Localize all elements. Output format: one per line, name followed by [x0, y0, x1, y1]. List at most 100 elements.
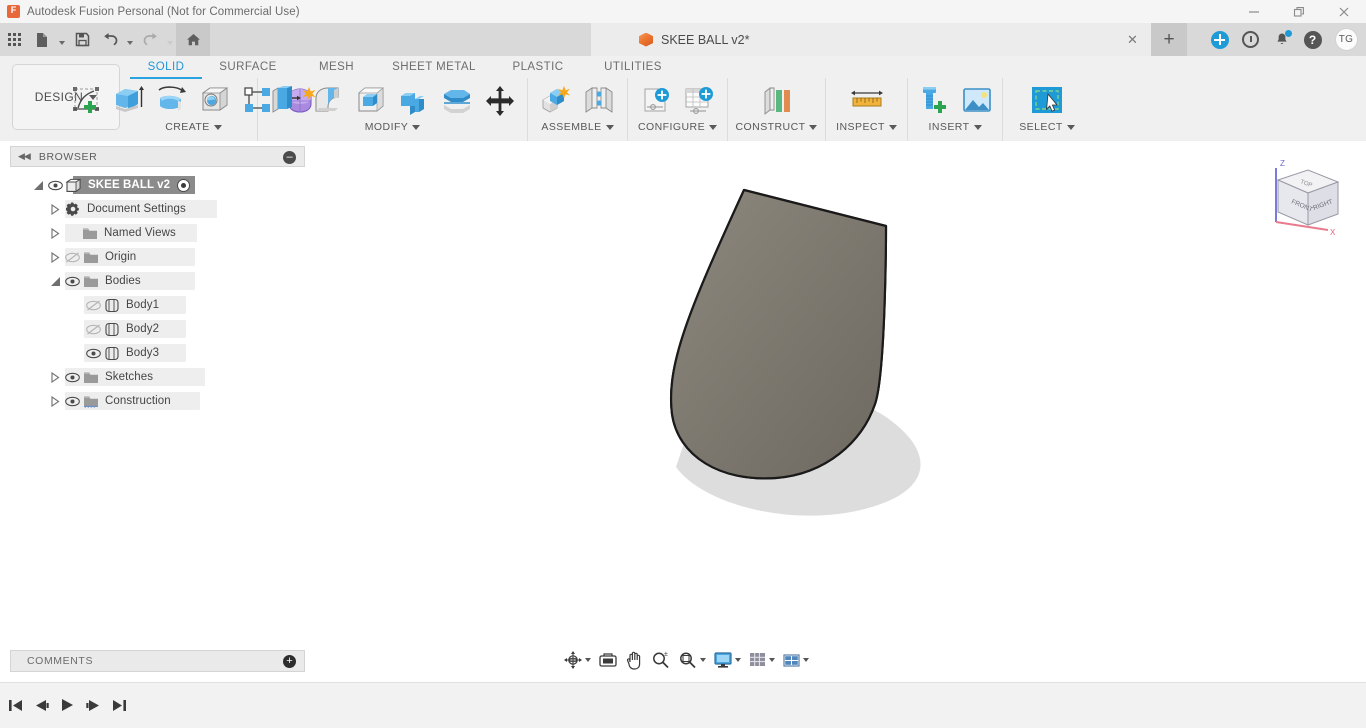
- chevron-down-icon[interactable]: [735, 658, 741, 662]
- insert-mcmaster-part-icon[interactable]: [914, 80, 954, 122]
- chevron-down-icon[interactable]: [803, 658, 809, 662]
- redo-dropdown-caret[interactable]: [164, 23, 176, 56]
- viewports-icon[interactable]: [779, 648, 812, 672]
- expander-closed-icon[interactable]: [47, 389, 63, 413]
- visibility-eye-icon[interactable]: [63, 269, 81, 293]
- measure-icon[interactable]: [847, 80, 887, 122]
- new-document-icon[interactable]: [28, 23, 56, 56]
- tab-sheet-metal[interactable]: SHEET METAL: [379, 61, 489, 73]
- viewport-canvas[interactable]: Z X FRONT RIGHT TOP: [306, 142, 1366, 646]
- panel-insert-label[interactable]: INSERT: [928, 121, 982, 133]
- tree-node-named-views[interactable]: Named Views: [10, 221, 305, 245]
- visibility-eye-hidden-icon[interactable]: [84, 317, 102, 341]
- add-comment-button[interactable]: +: [283, 655, 296, 668]
- browser-minimize-button[interactable]: –: [283, 151, 296, 164]
- orbit-icon[interactable]: [560, 648, 594, 672]
- tree-node-sketches[interactable]: Sketches: [10, 365, 305, 389]
- account-avatar[interactable]: TG: [1334, 28, 1358, 51]
- tab-solid[interactable]: SOLID: [130, 61, 202, 79]
- split-face-icon[interactable]: [437, 80, 477, 122]
- shell-icon[interactable]: [351, 80, 391, 122]
- expander-open-icon[interactable]: [30, 173, 46, 197]
- combine-icon[interactable]: [394, 80, 434, 122]
- look-at-icon[interactable]: [595, 648, 621, 672]
- undo-icon[interactable]: [96, 23, 124, 56]
- notifications-icon[interactable]: [1272, 30, 1292, 49]
- save-icon[interactable]: [68, 23, 96, 56]
- go-to-end-button[interactable]: [110, 694, 129, 716]
- expander-closed-icon[interactable]: [47, 197, 63, 221]
- extrude-icon[interactable]: [109, 80, 149, 122]
- comments-panel-header[interactable]: COMMENTS +: [10, 650, 305, 672]
- close-window-button[interactable]: [1321, 0, 1366, 23]
- visibility-eye-icon[interactable]: [63, 389, 81, 413]
- expander-open-icon[interactable]: [47, 269, 63, 293]
- visibility-eye-icon[interactable]: [46, 173, 64, 197]
- create-sketch-icon[interactable]: [66, 80, 106, 122]
- chevron-down-icon[interactable]: [769, 658, 775, 662]
- tab-utilities[interactable]: UTILITIES: [587, 61, 679, 73]
- tree-node-bodies[interactable]: Bodies: [10, 269, 305, 293]
- undo-dropdown-caret[interactable]: [124, 23, 136, 56]
- tab-mesh[interactable]: MESH: [294, 61, 379, 73]
- pan-icon[interactable]: [622, 648, 647, 672]
- revolve-icon[interactable]: [152, 80, 192, 122]
- insert-canvas-icon[interactable]: [957, 80, 997, 122]
- tree-node-body2[interactable]: Body2: [10, 317, 305, 341]
- new-document-dropdown-caret[interactable]: [56, 23, 68, 56]
- collapse-arrows-icon[interactable]: ◀◀: [18, 151, 31, 162]
- hole-icon[interactable]: [195, 80, 235, 122]
- press-pull-icon[interactable]: [265, 80, 305, 122]
- expander-closed-icon[interactable]: [47, 221, 63, 245]
- tab-surface[interactable]: SURFACE: [202, 61, 294, 73]
- restore-button[interactable]: [1276, 0, 1321, 23]
- new-component-icon[interactable]: [536, 80, 576, 122]
- home-icon[interactable]: [176, 23, 210, 56]
- tree-node-body1[interactable]: Body1: [10, 293, 305, 317]
- visibility-eye-icon[interactable]: [63, 365, 81, 389]
- tree-node-document-settings[interactable]: Document Settings: [10, 197, 305, 221]
- expander-closed-icon[interactable]: [47, 245, 63, 269]
- step-forward-button[interactable]: [84, 694, 103, 716]
- view-cube[interactable]: Z X FRONT RIGHT TOP: [1258, 150, 1354, 240]
- redo-icon[interactable]: [136, 23, 164, 56]
- expander-closed-icon[interactable]: [47, 365, 63, 389]
- play-button[interactable]: [58, 694, 77, 716]
- close-document-tab-icon[interactable]: ✕: [1125, 32, 1140, 47]
- tab-plastic[interactable]: PLASTIC: [489, 61, 587, 73]
- grid-snaps-icon[interactable]: [745, 648, 778, 672]
- panel-construct-label[interactable]: CONSTRUCT: [736, 121, 818, 133]
- joint-icon[interactable]: [579, 80, 619, 122]
- panel-configure-label[interactable]: CONFIGURE: [638, 121, 718, 133]
- tree-node-origin[interactable]: Origin: [10, 245, 305, 269]
- panel-create-label[interactable]: CREATE: [165, 121, 222, 133]
- panel-inspect-label[interactable]: INSPECT: [836, 121, 897, 133]
- tree-node-body3[interactable]: Body3: [10, 341, 305, 365]
- fillet-icon[interactable]: [308, 80, 348, 122]
- go-to-beginning-button[interactable]: [6, 694, 25, 716]
- new-tab-button[interactable]: +: [1151, 23, 1187, 56]
- configure-design-icon[interactable]: [636, 80, 676, 122]
- fit-icon[interactable]: [675, 648, 709, 672]
- tree-node-skee-ball-v2[interactable]: SKEE BALL v2: [10, 173, 305, 197]
- panel-modify-label[interactable]: MODIFY: [365, 121, 421, 133]
- tree-node-construction[interactable]: Construction: [10, 389, 305, 413]
- app-grid-icon[interactable]: [0, 23, 28, 56]
- extensions-icon[interactable]: [1210, 30, 1229, 49]
- help-icon[interactable]: ?: [1303, 30, 1322, 49]
- chevron-down-icon[interactable]: [700, 658, 706, 662]
- select-icon[interactable]: [1027, 80, 1067, 122]
- minimize-button[interactable]: [1231, 0, 1276, 23]
- visibility-eye-icon[interactable]: [84, 341, 102, 365]
- move-copy-icon[interactable]: [480, 80, 520, 122]
- chevron-down-icon[interactable]: [585, 658, 591, 662]
- zoom-icon[interactable]: ±: [648, 648, 674, 672]
- configuration-table-icon[interactable]: [679, 80, 719, 122]
- step-back-button[interactable]: [32, 694, 51, 716]
- activate-component-radio[interactable]: [177, 178, 191, 192]
- recent-icon[interactable]: [1241, 30, 1260, 49]
- display-settings-icon[interactable]: [710, 648, 744, 672]
- offset-plane-icon[interactable]: [757, 80, 797, 122]
- document-tab[interactable]: SKEE BALL v2* ✕: [591, 23, 1151, 56]
- visibility-eye-hidden-icon[interactable]: [84, 293, 102, 317]
